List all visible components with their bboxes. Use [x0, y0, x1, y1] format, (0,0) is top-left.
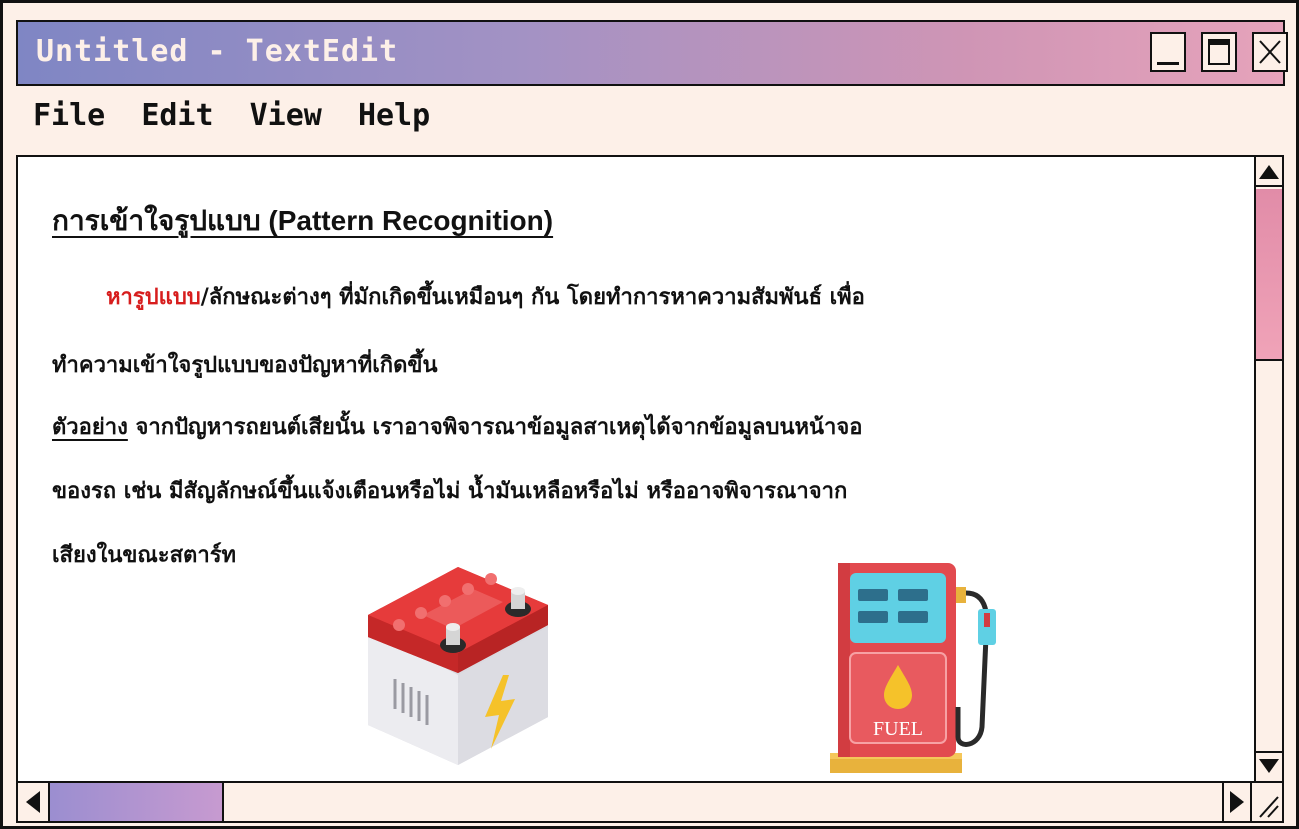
paragraph-line-1: หารูปแบบ/ลักษณะต่างๆ ที่มักเกิดขึ้นเหมือ… [106, 279, 865, 314]
paragraph-line-2: ทำความเข้าใจรูปแบบของปัญหาที่เกิดขึ้น [52, 353, 438, 378]
close-button[interactable] [1252, 32, 1288, 72]
resize-grip[interactable] [1252, 783, 1282, 821]
scroll-left-icon [26, 791, 40, 813]
minimize-button[interactable] [1150, 32, 1186, 72]
example-label: ตัวอย่าง [52, 415, 128, 440]
window-title: Untitled - TextEdit [36, 34, 399, 69]
scroll-up-icon [1259, 165, 1279, 179]
scroll-right-button[interactable] [1222, 783, 1252, 821]
title-bar[interactable]: Untitled - TextEdit [16, 20, 1288, 86]
scroll-right-icon [1230, 791, 1244, 813]
battery-icon [368, 567, 548, 765]
scroll-down-button[interactable] [1256, 751, 1282, 781]
paragraph-line-5: เสียงในขณะสตาร์ท [52, 543, 237, 568]
paragraph-line-1-rest: /ลักษณะต่างๆ ที่มักเกิดขึ้นเหมือนๆ กัน โ… [200, 285, 865, 310]
scroll-up-button[interactable] [1256, 157, 1282, 187]
document-area[interactable]: การเข้าใจรูปแบบ (Pattern Recognition) หา… [16, 155, 1284, 823]
paragraph-line-3-rest: จากปัญหารถยนต์เสียนั้น เราอาจพิจารณาข้อม… [127, 415, 863, 440]
close-icon [1259, 40, 1281, 64]
fuel-pump-icon: FUEL [830, 563, 996, 773]
vertical-scroll-thumb[interactable] [1256, 189, 1282, 361]
paragraph-line-3: ตัวอย่าง จากปัญหารถยนต์เสียนั้น เราอาจพิ… [52, 409, 863, 444]
scroll-down-icon [1259, 759, 1279, 773]
menu-help[interactable]: Help [358, 98, 430, 133]
paragraph-line-4: ของรถ เช่น มีสัญลักษณ์ขึ้นแจ้งเตือนหรือไ… [52, 479, 848, 504]
highlight-text: หารูปแบบ [106, 285, 201, 310]
maximize-button[interactable] [1201, 32, 1237, 72]
scroll-left-button[interactable] [18, 783, 50, 821]
fuel-label: FUEL [873, 718, 923, 740]
menu-edit[interactable]: Edit [141, 98, 213, 133]
vertical-scrollbar[interactable] [1254, 157, 1282, 781]
menu-view[interactable]: View [250, 98, 322, 133]
horizontal-scrollbar[interactable] [18, 781, 1282, 821]
resize-grip-icon [1259, 796, 1279, 818]
textedit-window: Untitled - TextEdit File Edit View Help … [0, 0, 1299, 829]
document-heading: การเข้าใจรูปแบบ (Pattern Recognition) [52, 205, 554, 236]
horizontal-scroll-thumb[interactable] [50, 783, 224, 821]
menu-bar: File Edit View Help [33, 98, 448, 133]
menu-file[interactable]: File [33, 98, 105, 133]
